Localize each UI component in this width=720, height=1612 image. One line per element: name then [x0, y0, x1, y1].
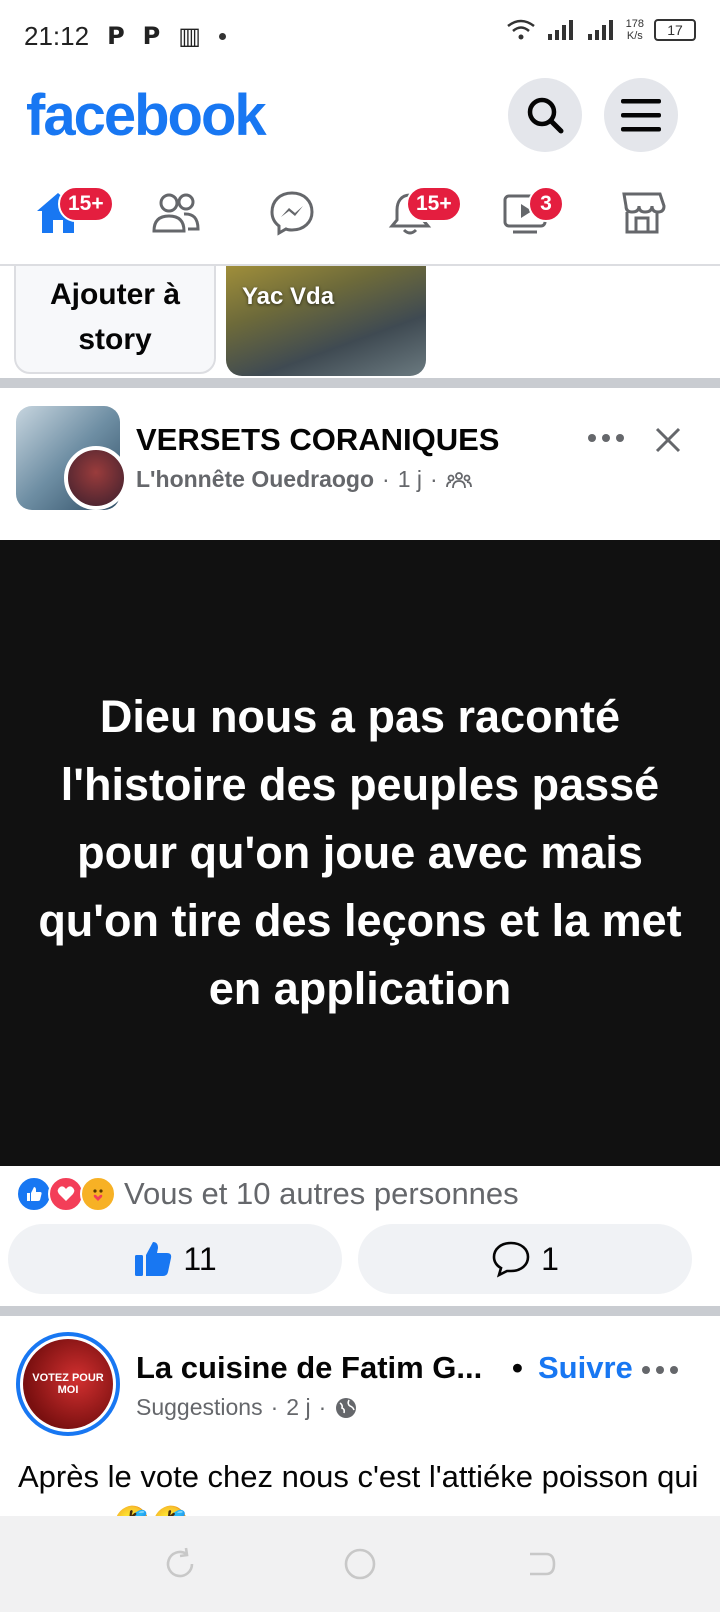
add-story-label: Ajouter à story	[49, 278, 181, 356]
suggestions-label: Suggestions	[136, 1394, 263, 1420]
author-name[interactable]: L'honnête Ouedraogo	[136, 466, 374, 493]
search-button[interactable]	[508, 78, 582, 152]
notification-p-icon: P	[142, 22, 161, 50]
page-avatar[interactable]: VOTEZ POUR MOI	[16, 1332, 120, 1436]
menu-button[interactable]	[604, 78, 678, 152]
feed-separator	[0, 378, 720, 388]
more-options-icon[interactable]	[642, 1366, 678, 1374]
status-right: 178 K/s 17	[506, 18, 696, 42]
page-name[interactable]: La cuisine de Fatim G...	[136, 1350, 482, 1386]
post-text: Après le vote chez nous c'est l'attiéke …	[18, 1459, 699, 1516]
search-icon	[527, 97, 564, 134]
tab-video[interactable]: 3	[486, 178, 566, 248]
post-meta: L'honnête Ouedraogo · 1 j ·	[136, 466, 472, 493]
stories-strip: Ajouter à story Yac Vda	[0, 266, 720, 378]
notification-app-icon: ▥	[178, 22, 201, 50]
group-audience-icon	[445, 471, 472, 488]
post-header: VERSETS CORANIQUES L'honnête Ouedraogo ·…	[0, 388, 720, 540]
tab-messenger[interactable]	[252, 178, 332, 248]
meta-separator: ·	[270, 1394, 279, 1420]
signal-icon	[547, 20, 573, 40]
friends-icon	[152, 193, 200, 233]
battery-indicator: 17	[654, 19, 696, 41]
care-reaction-icon	[80, 1176, 116, 1212]
tab-notifications[interactable]: 15+	[370, 178, 462, 248]
status-bar: 21:12 P P ▥ 178 K/s 17	[0, 0, 720, 72]
messenger-icon	[270, 191, 314, 236]
close-icon[interactable]	[654, 426, 682, 454]
comment-button[interactable]: 1	[358, 1224, 692, 1294]
love-reaction-icon	[48, 1176, 84, 1212]
more-notifications-dot	[218, 32, 226, 40]
meta-separator: ·	[430, 466, 438, 492]
meta-separator: ·	[318, 1394, 327, 1420]
post-text-background: Dieu nous a pas raconté l'histoire des p…	[0, 540, 720, 1166]
story-card[interactable]: Yac Vda	[226, 266, 426, 376]
menu-icon	[621, 99, 661, 132]
more-options-icon[interactable]	[588, 434, 624, 442]
like-icon	[135, 1242, 172, 1276]
tab-marketplace[interactable]	[602, 178, 682, 248]
wifi-icon	[506, 19, 535, 40]
post-time[interactable]: 2 j	[286, 1394, 310, 1421]
notifications-badge: 15+	[406, 186, 462, 222]
post-header: VOTEZ POUR MOI La cuisine de Fatim G... …	[0, 1316, 720, 1436]
follow-button[interactable]: Suivre	[538, 1350, 633, 1386]
back-icon[interactable]	[522, 1546, 558, 1582]
comment-count: 1	[541, 1240, 559, 1277]
reactions-text: Vous et 10 autres personnes	[124, 1176, 519, 1211]
home-badge: 15+	[58, 186, 114, 222]
network-speed: 178 K/s	[625, 18, 644, 42]
video-badge: 3	[528, 186, 564, 222]
feed-separator	[0, 1306, 720, 1316]
recent-apps-icon[interactable]	[162, 1546, 198, 1582]
marketplace-icon	[622, 192, 666, 234]
story-card-name: Yac Vda	[242, 283, 335, 310]
page-avatar-text: VOTEZ POUR MOI	[23, 1339, 113, 1429]
tab-home[interactable]: 15+	[18, 178, 114, 248]
add-story-card[interactable]: Ajouter à story	[14, 266, 216, 374]
post-meta: Suggestions · 2 j ·	[136, 1394, 358, 1421]
notification-p-icon: P	[107, 22, 125, 50]
reactions-summary[interactable]: Vous et 10 autres personnes	[16, 1174, 519, 1214]
meta-separator: ·	[382, 466, 390, 492]
post-quote-text: Dieu nous a pas raconté l'histoire des p…	[38, 691, 682, 1014]
post-time[interactable]: 1 j	[398, 466, 422, 493]
follow-dot: •	[512, 1350, 523, 1385]
comment-icon	[492, 1241, 530, 1278]
status-notification-icons: P P ▥	[107, 22, 226, 50]
main-nav: 15+ 15+ 3	[0, 168, 720, 266]
status-time: 21:12	[24, 20, 90, 51]
system-navigation-bar	[0, 1516, 720, 1612]
group-name[interactable]: VERSETS CORANIQUES	[136, 422, 499, 458]
facebook-logo[interactable]: facebook	[26, 82, 267, 149]
like-button[interactable]: 11	[8, 1224, 342, 1294]
tab-friends[interactable]	[136, 178, 216, 248]
like-count: 11	[183, 1240, 217, 1277]
home-button-icon[interactable]	[342, 1546, 378, 1582]
app-header: facebook	[0, 72, 720, 168]
like-reaction-icon	[16, 1176, 52, 1212]
globe-icon	[336, 1397, 357, 1418]
author-avatar[interactable]	[64, 446, 128, 510]
signal-icon	[587, 20, 613, 40]
